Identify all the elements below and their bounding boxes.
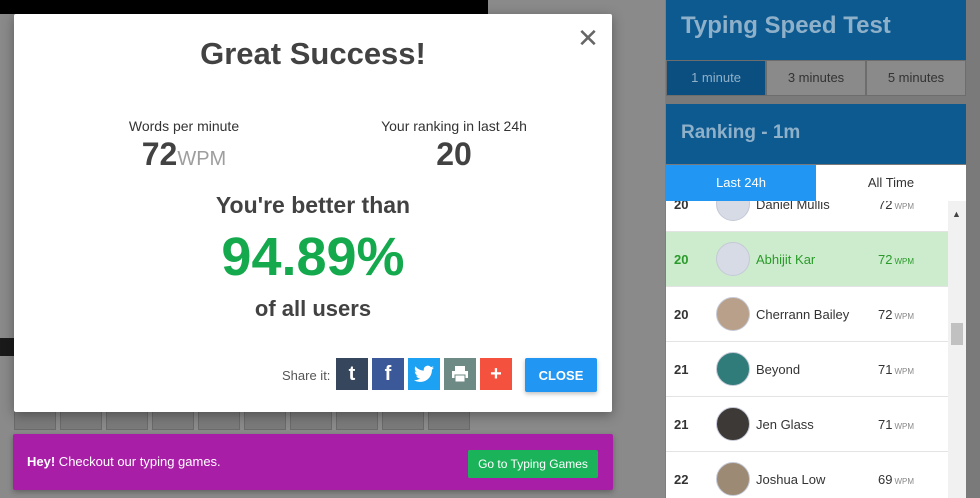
ranking-title: Ranking - 1m bbox=[666, 104, 966, 164]
share-label: Share it: bbox=[282, 368, 331, 383]
rank-number: 20 bbox=[674, 201, 689, 212]
tab-1-minute[interactable]: 1 minute bbox=[666, 60, 766, 96]
wpm-value: 72WPM bbox=[141, 136, 227, 172]
wpm-value: 72WPM bbox=[878, 306, 915, 322]
wpm-value: 69 WPM bbox=[878, 471, 915, 487]
rank-number: 20 bbox=[674, 251, 689, 267]
user-name: Abhijit Kar bbox=[756, 251, 816, 267]
period-tabs: Last 24h All Time bbox=[666, 165, 966, 201]
avatar bbox=[716, 242, 750, 276]
wpm-label: Words per minute bbox=[128, 118, 240, 134]
test-title: Typing Speed Test bbox=[666, 0, 966, 60]
twitter-share-button[interactable] bbox=[408, 358, 440, 390]
scrollbar-thumb[interactable] bbox=[951, 323, 963, 345]
avatar bbox=[716, 201, 750, 221]
more-icon: + bbox=[490, 362, 502, 385]
ranking-row[interactable]: 20 Cherrann Bailey 72 WPM bbox=[666, 287, 948, 342]
rank-number: 21 bbox=[674, 361, 689, 377]
wpm-unit: WPM bbox=[177, 148, 227, 170]
background-topbar bbox=[0, 0, 488, 14]
ranking-row-highlighted[interactable]: 20 Abhijit Kar 72 WPM bbox=[666, 232, 948, 287]
promo-text: Hey! Checkout our typing games. bbox=[27, 454, 221, 469]
ranking-stat: Your ranking in last 24h 20 bbox=[339, 118, 569, 173]
twitter-icon bbox=[414, 365, 434, 382]
wpm-value: 72WPM bbox=[878, 201, 915, 212]
avatar bbox=[716, 462, 750, 496]
duration-tabs: 1 minute 3 minutes 5 minutes bbox=[666, 60, 966, 96]
rank-number: 21 bbox=[674, 416, 689, 432]
tab-5-minutes[interactable]: 5 minutes bbox=[866, 60, 966, 96]
print-share-button[interactable] bbox=[444, 358, 476, 390]
scroll-up-arrow-icon[interactable]: ▲ bbox=[952, 209, 961, 219]
facebook-icon: f bbox=[384, 362, 392, 385]
print-icon bbox=[452, 366, 468, 383]
close-button[interactable]: CLOSE bbox=[525, 358, 597, 392]
ranking-scrollbar[interactable]: ▲ bbox=[948, 201, 966, 498]
better-than-text: You're better than bbox=[215, 192, 411, 218]
rank-number: 22 bbox=[674, 471, 689, 487]
user-name: Joshua Low bbox=[756, 471, 826, 487]
user-name: Daniel Mullis bbox=[756, 201, 830, 212]
user-name: Cherrann Bailey bbox=[756, 306, 850, 322]
ranking-row[interactable]: 21 Beyond 71 WPM bbox=[666, 342, 948, 397]
percentile-value: 94.89% bbox=[221, 227, 405, 287]
ranking-value: 20 bbox=[436, 136, 472, 172]
facebook-share-button[interactable]: f bbox=[372, 358, 404, 390]
more-share-button[interactable]: + bbox=[480, 358, 512, 390]
tumblr-share-button[interactable]: t bbox=[336, 358, 368, 390]
right-panel: Typing Speed Test 1 minute 3 minutes 5 m… bbox=[666, 0, 980, 498]
avatar bbox=[716, 297, 750, 331]
wpm-stat: Words per minute 72WPM bbox=[69, 118, 299, 173]
wpm-value: 72WPM bbox=[878, 251, 915, 267]
of-all-users-text: of all users bbox=[254, 296, 372, 321]
tab-all-time[interactable]: All Time bbox=[816, 165, 966, 201]
promo-banner: Hey! Checkout our typing games. Go to Ty… bbox=[13, 434, 613, 490]
ranking-row[interactable]: 22 Joshua Low 69 WPM bbox=[666, 452, 948, 498]
ranking-list: 20 Daniel Mullis 72 WPM 20 Abhijit Kar 72… bbox=[666, 201, 948, 498]
wpm-value: 71 WPM bbox=[878, 361, 915, 377]
user-name: Beyond bbox=[756, 361, 801, 377]
wpm-value: 71 WPM bbox=[878, 416, 915, 432]
go-to-typing-games-button[interactable]: Go to Typing Games bbox=[468, 450, 598, 478]
rank-number: 20 bbox=[674, 306, 689, 322]
ranking-label: Your ranking in last 24h bbox=[381, 118, 527, 134]
tab-last-24h[interactable]: Last 24h bbox=[666, 165, 816, 201]
ranking-row[interactable]: 21 Jen Glass 71 WPM bbox=[666, 397, 948, 452]
modal-title: Great Success! bbox=[200, 36, 426, 71]
tab-3-minutes[interactable]: 3 minutes bbox=[766, 60, 866, 96]
tumblr-icon: t bbox=[348, 362, 356, 385]
user-name: Jen Glass bbox=[756, 416, 814, 432]
avatar bbox=[716, 352, 750, 386]
avatar bbox=[716, 407, 750, 441]
ranking-row[interactable]: 20 Daniel Mullis 72 WPM bbox=[666, 201, 948, 232]
result-modal: ✕ Great Success! Words per minute 72WPM … bbox=[14, 14, 612, 412]
